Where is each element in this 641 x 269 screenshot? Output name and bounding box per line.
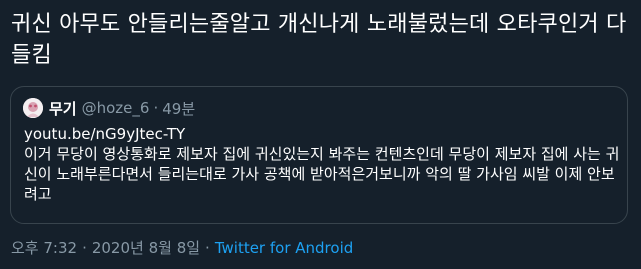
quoted-tweet-card[interactable]: 무기 @hoze_6 · 49분 youtu.be/nG9yJtec-TY 이거… <box>10 86 628 224</box>
quoted-tweet-text: 이거 무당이 영상통화로 제보자 집에 귀신있는지 봐주는 컨텐츠인데 무당이 … <box>24 145 620 203</box>
avatar-image-icon <box>23 98 43 118</box>
quoted-display-name[interactable]: 무기 <box>49 98 77 119</box>
tweet-text: 귀신 아무도 안들리는줄알고 개신나게 노래불렀는데 오타쿠인거 다들킴 <box>11 12 627 68</box>
avatar[interactable] <box>23 98 43 118</box>
meta-separator: · <box>205 239 210 257</box>
quoted-tweet-header: 무기 @hoze_6 · 49분 <box>23 98 195 118</box>
tweet-time[interactable]: 오후 7:32 <box>11 239 77 257</box>
quoted-handle[interactable]: @hoze_6 <box>82 99 150 117</box>
quoted-tweet-body: youtu.be/nG9yJtec-TY 이거 무당이 영상통화로 제보자 집에… <box>24 124 620 204</box>
tweet-date[interactable]: 2020년 8월 8일 <box>92 239 200 257</box>
tweet-meta: 오후 7:32 · 2020년 8월 8일 · Twitter for Android <box>11 238 353 258</box>
tweet-source[interactable]: Twitter for Android <box>215 239 353 257</box>
quoted-link[interactable]: youtu.be/nG9yJtec-TY <box>24 124 620 144</box>
quoted-timestamp[interactable]: 49분 <box>162 98 195 119</box>
header-separator: · <box>153 99 159 117</box>
meta-separator: · <box>82 239 87 257</box>
